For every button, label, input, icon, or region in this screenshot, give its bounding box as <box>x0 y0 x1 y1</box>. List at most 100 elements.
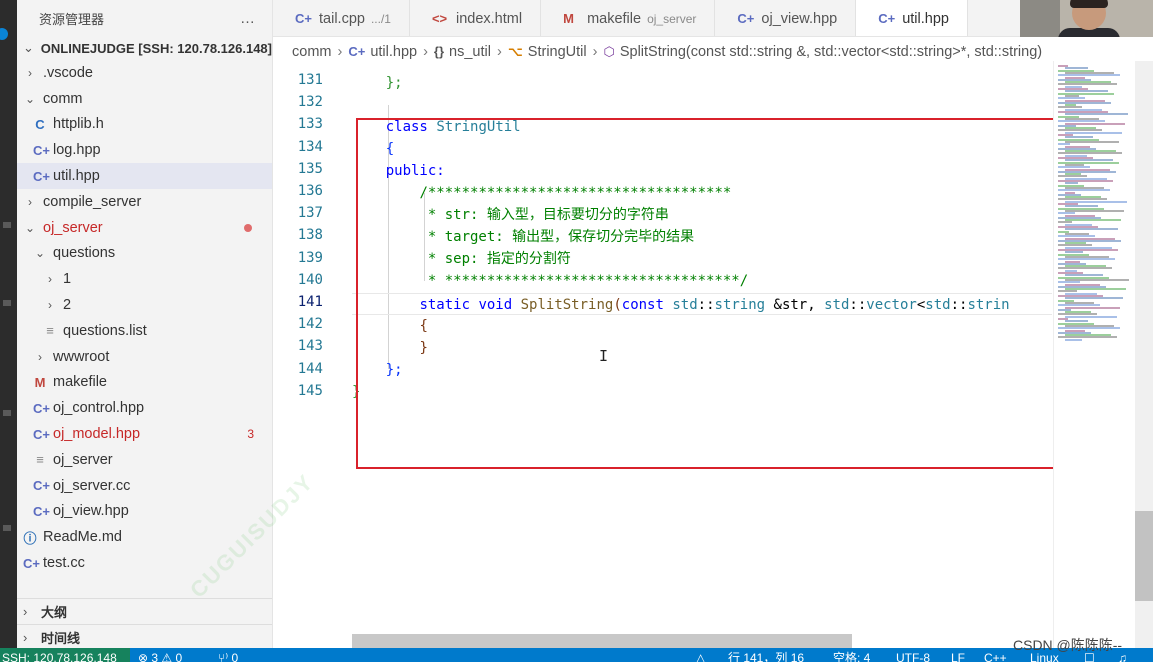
tree-item[interactable]: Chttplib.h <box>17 112 272 138</box>
scrollbar-thumb[interactable] <box>1135 511 1153 601</box>
horizontal-scrollbar[interactable] <box>352 634 852 648</box>
text-file-icon: ≡ <box>36 452 44 468</box>
code-line-131: }; <box>385 75 403 91</box>
cpp-file-icon: C+ <box>33 426 50 442</box>
line-number: 131 <box>297 72 323 88</box>
tab-label: index.html <box>455 10 523 27</box>
cpp-file-icon: C+ <box>33 400 50 416</box>
namespace-icon: {} <box>433 44 445 59</box>
language-mode[interactable]: C++ <box>984 648 1007 662</box>
line-number: 137 <box>297 205 323 222</box>
chevron-right-icon: › <box>38 349 42 364</box>
breadcrumb-label: util.hpp <box>370 44 418 60</box>
bell-icon[interactable]: △ <box>696 648 705 662</box>
remote-indicator-icon[interactable] <box>0 28 8 40</box>
activity-icon[interactable] <box>3 410 11 416</box>
text-cursor-icon: I <box>599 347 609 365</box>
tab-path-hint: .../1 <box>370 11 391 26</box>
minimap-line <box>1065 315 1117 318</box>
line-ending[interactable]: LF <box>951 648 965 662</box>
cursor-position[interactable]: 行 141，列 16 <box>728 648 804 662</box>
modified-dot-icon <box>244 223 252 232</box>
minimap-line <box>1065 131 1122 134</box>
makefile-icon: M <box>563 11 574 26</box>
indentation[interactable]: 空格: 4 <box>833 648 870 662</box>
tree-item[interactable]: C+ oj_view.hpp <box>17 499 272 525</box>
cpp-file-icon: C+ <box>33 142 50 158</box>
tree-item-label: oj_server <box>43 219 103 236</box>
c-file-icon: C <box>35 116 45 132</box>
status-bar: SSH: 120.78.126.148 ⊗ 3 ⚠ 0 ⑂⁾ 0 △ 行 141… <box>0 648 1153 662</box>
line-number: 134 <box>297 138 323 155</box>
tree-item[interactable]: C+ oj_model.hpp 3 <box>17 421 272 447</box>
editor-tab[interactable]: C+ oj_view.hpp <box>715 0 857 36</box>
tree-item-label: wwwroot <box>53 348 110 365</box>
tree-item-label: util.hpp <box>53 168 100 185</box>
chevron-down-icon: ⌄ <box>24 91 36 106</box>
tree-item[interactable]: C+ oj_control.hpp <box>17 395 272 421</box>
tree-item[interactable]: ⌄ comm <box>17 86 272 112</box>
breadcrumb-item[interactable]: ⬡ SplitString(const std::string &, std::v… <box>603 44 1042 60</box>
breadcrumb-label: ns_util <box>449 44 491 60</box>
highlight-box <box>356 118 1053 469</box>
activity-icon[interactable] <box>3 222 11 228</box>
editor-tab[interactable]: C+ tail.cpp .../1 <box>273 0 410 36</box>
project-root[interactable]: ⌄ ONLINEJUDGE [SSH: 120.78.126.148] <box>17 36 272 60</box>
breadcrumb-label: StringUtil <box>527 44 587 60</box>
chevron-right-icon: › <box>337 44 343 60</box>
vertical-scrollbar[interactable] <box>1135 61 1153 648</box>
problem-count-badge: 3 <box>247 427 254 442</box>
editor-tab[interactable]: <> index.html <box>410 0 542 36</box>
tree-item[interactable]: › wwwroot <box>17 344 272 370</box>
tree-item[interactable]: › .vscode <box>17 60 272 86</box>
tree-item[interactable]: › 1 <box>17 266 272 292</box>
line-number: 142 <box>297 316 323 333</box>
minimap-line <box>1065 306 1120 309</box>
breadcrumb-item[interactable]: ⌥ StringUtil <box>508 44 587 60</box>
tree-item[interactable]: Mmakefile <box>17 370 272 396</box>
editor-tab[interactable]: Mmakefile oj_server <box>541 0 716 36</box>
tree-item[interactable]: C+ log.hpp <box>17 137 272 163</box>
tree-item[interactable]: ⌄ questions <box>17 241 272 267</box>
tree-item-label: oj_server <box>53 451 113 468</box>
tree-item[interactable]: ≡ oj_server <box>17 447 272 473</box>
tab-label: util.hpp <box>902 10 949 27</box>
tree-item-label: compile_server <box>43 193 142 210</box>
tab-label: tail.cpp <box>319 10 365 27</box>
code-editor[interactable]: 131 132 133 134 135 136 137 138 139 140 141 142 143 1… <box>273 61 1053 648</box>
tree-item[interactable]: › compile_server <box>17 189 272 215</box>
problems-status[interactable]: ⊗ 3 ⚠ 0 <box>138 648 182 662</box>
tab-label: makefile <box>587 10 642 27</box>
tree-item[interactable]: C+ oj_server.cc <box>17 473 272 499</box>
chevron-right-icon: › <box>28 194 32 209</box>
breadcrumb-item[interactable]: comm <box>292 44 331 60</box>
minimap[interactable] <box>1053 61 1135 648</box>
explorer-header: 资源管理器 … <box>17 0 272 36</box>
breadcrumb-item[interactable]: {} ns_util <box>434 44 491 60</box>
chevron-right-icon: › <box>28 65 32 80</box>
activity-icon[interactable] <box>3 300 11 306</box>
cpp-file-icon: C+ <box>737 11 755 26</box>
editor-tab[interactable]: C+ util.hpp <box>856 0 968 36</box>
chevron-down-icon: ⌄ <box>23 40 34 55</box>
ports-status[interactable]: ⑂⁾ 0 <box>218 648 238 662</box>
tree-item[interactable]: C+ util.hpp <box>17 163 272 189</box>
remote-status[interactable]: SSH: 120.78.126.148 <box>0 648 130 662</box>
tree-item-label: oj_server.cc <box>53 477 131 494</box>
line-number: 139 <box>297 249 323 266</box>
tree-item-label: log.hpp <box>53 142 101 159</box>
outline-section[interactable]: › 大纲 <box>17 598 272 624</box>
line-number: 136 <box>297 183 323 199</box>
activity-bar <box>0 0 17 648</box>
more-actions-icon[interactable]: … <box>240 10 256 27</box>
chevron-right-icon: › <box>423 44 428 60</box>
cpp-file-icon: C+ <box>23 555 40 571</box>
timeline-section[interactable]: › 时间线 <box>17 624 272 648</box>
breadcrumb-item[interactable]: C+ util.hpp <box>348 44 417 60</box>
tree-item[interactable]: › 2 <box>17 292 272 318</box>
encoding[interactable]: UTF-8 <box>896 648 930 662</box>
tree-item[interactable]: ≡ questions.list <box>17 318 272 344</box>
tree-item-label: ReadMe.md <box>43 529 122 546</box>
tree-item[interactable]: ⌄ oj_server <box>17 215 272 241</box>
activity-icon[interactable] <box>3 525 11 531</box>
